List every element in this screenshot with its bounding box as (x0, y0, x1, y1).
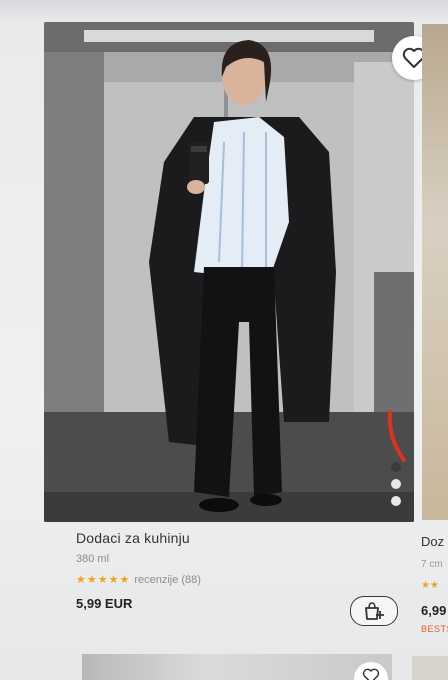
next-row-right-image[interactable] (412, 656, 448, 680)
reviews-label[interactable]: recenzije (134, 574, 178, 586)
rating-stars: ★★★★★ (76, 574, 131, 586)
carousel-dot[interactable] (391, 479, 401, 489)
product-listing-screen: Dodaci za kuhinju 380 ml ★★★★★ recenzije… (0, 0, 448, 680)
next-product-subtitle: 7 cm (421, 559, 443, 570)
next-product-price: 6,99 (421, 603, 447, 618)
rating-row: ★★★★★ recenzije (88) (76, 573, 406, 587)
product-subtitle: 380 ml (76, 553, 110, 565)
product-title[interactable]: Dodaci za kuhinju (76, 530, 406, 546)
reviews-count[interactable]: (88) (181, 574, 201, 586)
next-product-stars: ★★ (421, 580, 439, 591)
carousel-dot-active[interactable] (391, 462, 401, 472)
next-product-title[interactable]: Doz (421, 534, 448, 549)
red-pen-mark (387, 410, 406, 462)
shopping-bag-plus-icon (365, 602, 384, 620)
carousel-dot[interactable] (391, 496, 401, 506)
bestseller-badge: BESTS (421, 624, 448, 634)
product-photo (44, 22, 414, 522)
top-shade (0, 0, 448, 22)
carousel-dots (389, 462, 403, 513)
next-product-info: Doz 7 cm ★★ 6,99 BESTS (421, 534, 448, 634)
heart-icon (362, 668, 380, 680)
next-product-image[interactable] (422, 24, 448, 520)
product-image[interactable] (44, 22, 414, 522)
add-to-cart-button[interactable] (350, 596, 398, 626)
next-row-product-image[interactable] (82, 654, 392, 680)
